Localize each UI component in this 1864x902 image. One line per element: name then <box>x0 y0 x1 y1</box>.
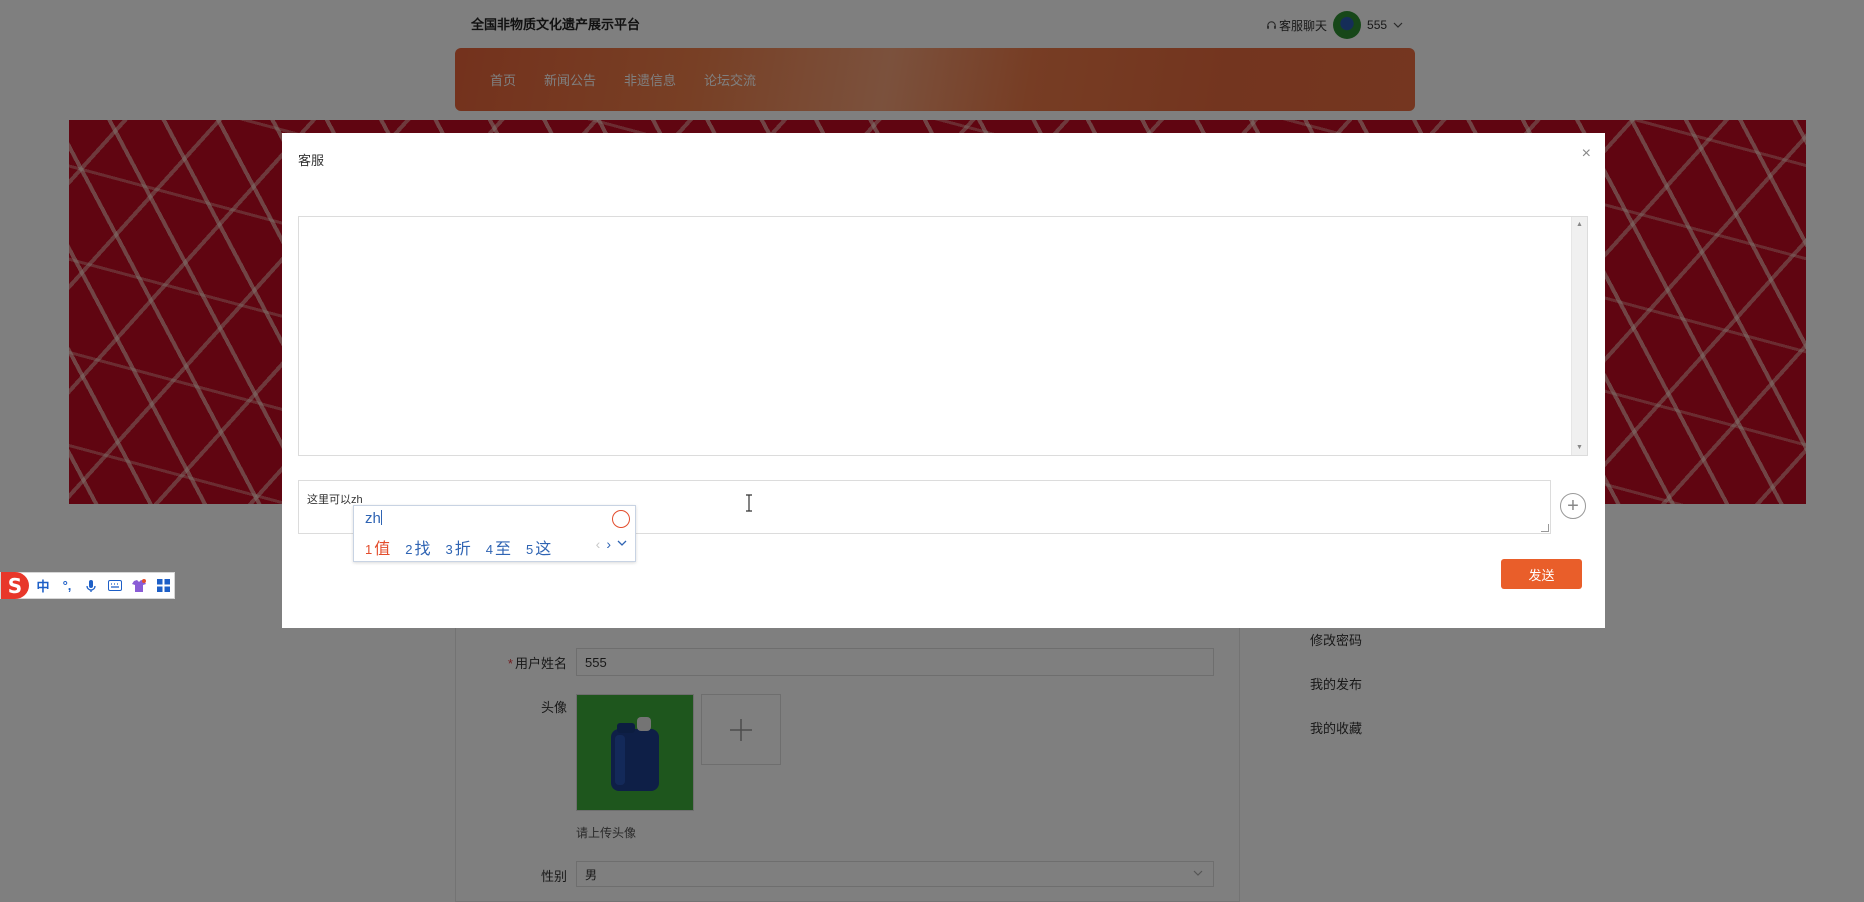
scroll-down-icon[interactable]: ▼ <box>1576 444 1583 451</box>
ime-candidate[interactable]: 1值 <box>365 535 390 559</box>
microphone-icon[interactable] <box>83 579 99 593</box>
sogou-logo-icon[interactable]: S <box>1 572 29 599</box>
dialog-title: 客服 <box>298 153 325 168</box>
ime-mode-toggle[interactable]: 中 <box>35 576 51 595</box>
keyboard-icon[interactable] <box>107 580 123 591</box>
skin-shirt-icon[interactable] <box>131 578 147 593</box>
chat-message-area[interactable]: ▲ ▼ <box>298 216 1588 456</box>
scroll-up-icon[interactable]: ▲ <box>1576 221 1583 228</box>
chevron-right-icon[interactable]: › <box>606 536 611 552</box>
add-attachment-button[interactable]: + <box>1560 493 1586 519</box>
send-button[interactable]: 发送 <box>1501 559 1582 589</box>
plus-circle-icon: + <box>1567 495 1579 517</box>
toolbox-grid-icon[interactable] <box>155 579 171 592</box>
resize-handle-icon[interactable] <box>1541 524 1549 532</box>
ime-candidate[interactable]: 2找 <box>405 535 430 559</box>
ime-punctuation-toggle[interactable]: °, <box>59 578 75 593</box>
ime-candidate[interactable]: 4至 <box>486 535 511 559</box>
ime-page-nav: ‹ › <box>596 536 627 552</box>
text-cursor-icon <box>746 494 752 512</box>
chat-scrollbar[interactable]: ▲ ▼ <box>1571 217 1587 455</box>
ime-skin-icon[interactable] <box>612 510 630 528</box>
chevron-left-icon[interactable]: ‹ <box>596 536 601 552</box>
ime-candidate-window: zh 1值 2找 3折 4至 5这 ‹ › <box>353 505 636 562</box>
ime-candidate-list: 1值 2找 3折 4至 5这 <box>365 535 551 559</box>
ime-toolbar: S 中 °, <box>0 572 175 599</box>
ime-candidate[interactable]: 5这 <box>526 535 551 559</box>
chevron-down-icon[interactable] <box>617 536 627 550</box>
ime-candidate[interactable]: 3折 <box>446 535 471 559</box>
close-icon[interactable]: × <box>1582 145 1591 163</box>
ime-composition: zh <box>365 510 382 527</box>
